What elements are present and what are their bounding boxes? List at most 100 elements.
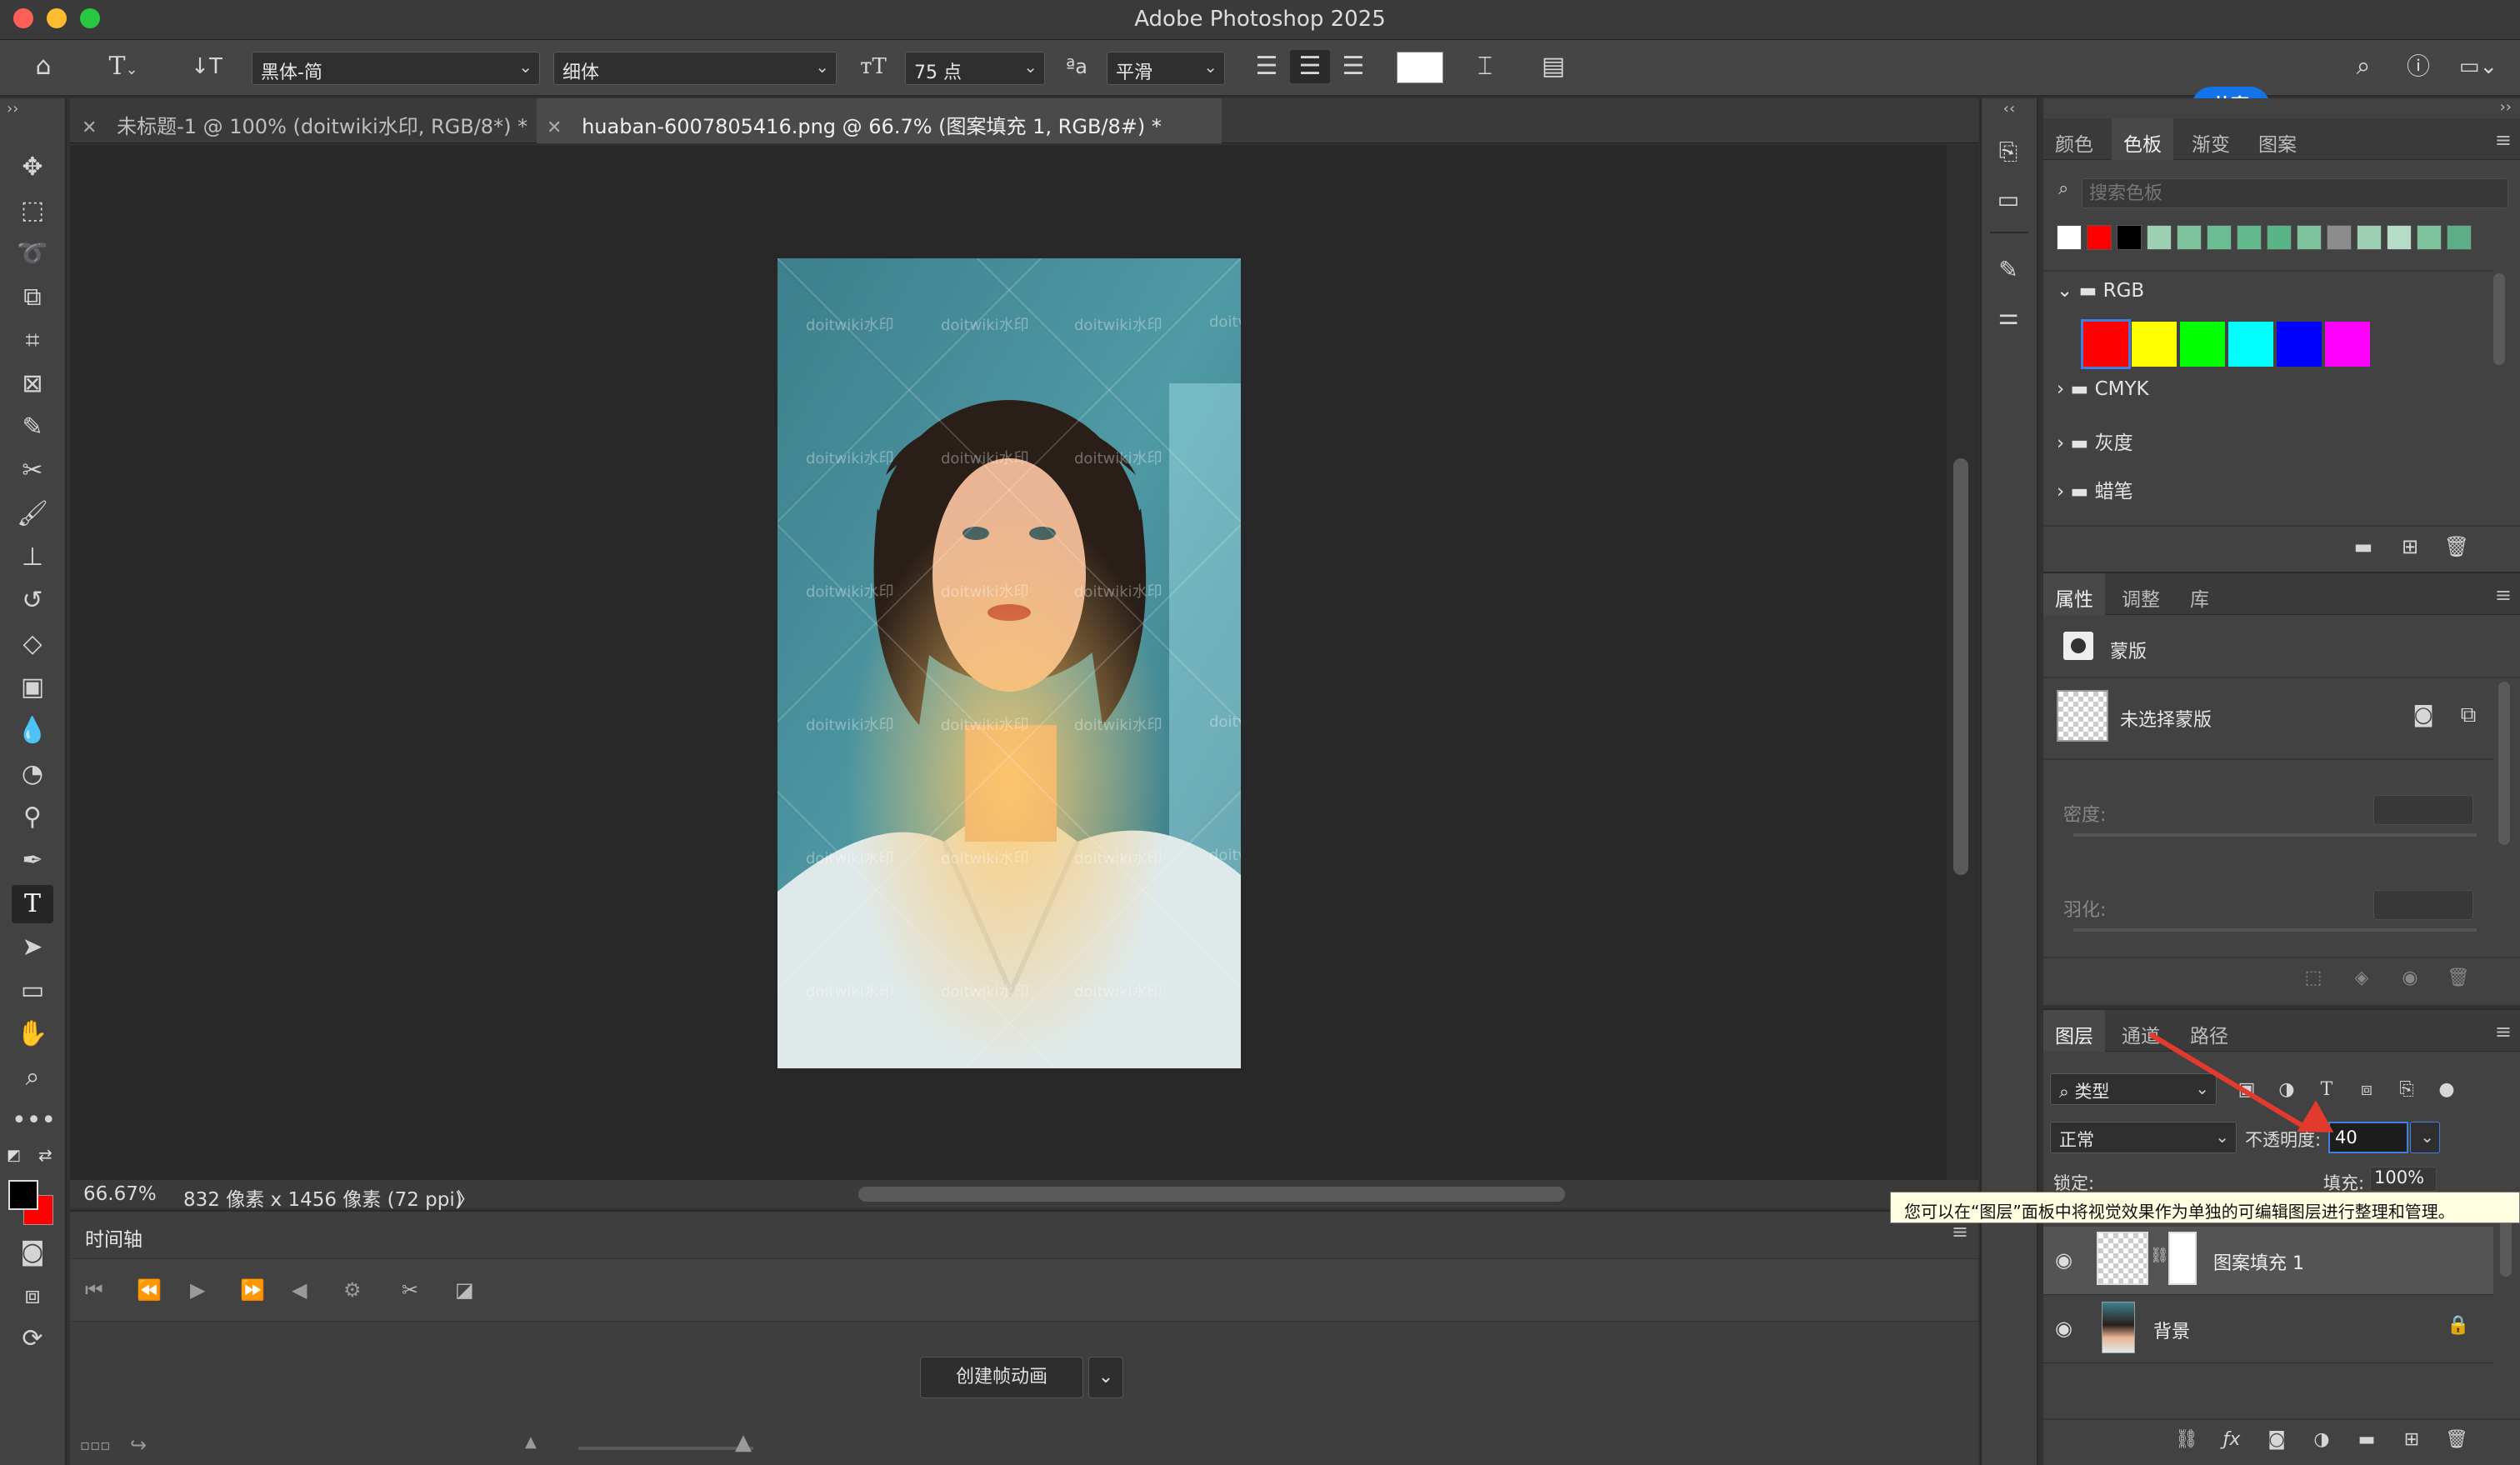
more-tools-icon[interactable]: ••• [12, 1102, 56, 1140]
settings-gear-icon[interactable]: ⚙ [343, 1278, 362, 1302]
visibility-eye-icon[interactable]: ◉ [2055, 1317, 2072, 1340]
zoom-level[interactable]: 66.67% [83, 1183, 157, 1205]
collapse-tools-icon[interactable]: ›› [7, 100, 18, 118]
adjustment-filter-icon[interactable]: ◑ [2270, 1073, 2303, 1107]
status-menu-chevron[interactable]: 〉 [457, 1183, 476, 1212]
zoom-out-timeline-icon[interactable]: ▲ [525, 1433, 537, 1451]
color-swatch[interactable] [2237, 225, 2262, 250]
add-vector-mask-icon[interactable]: ⧉ [2452, 698, 2485, 732]
opacity-slider-dropdown[interactable]: ⌄ [2410, 1122, 2440, 1153]
frame-view-icon[interactable]: ▫▫▫ [80, 1437, 111, 1454]
color-swatch[interactable] [2327, 225, 2352, 250]
path-selection-tool-icon[interactable]: ➤ [12, 928, 53, 967]
object-select-tool-icon[interactable]: ⧉ [12, 278, 53, 317]
panel-menu-icon[interactable]: ≡ [1952, 1220, 1968, 1243]
close-tab-icon[interactable]: ✕ [82, 118, 97, 138]
animation-type-dropdown[interactable]: ⌄ [1088, 1357, 1123, 1398]
color-swatch[interactable] [2177, 225, 2202, 250]
dodge-tool-icon[interactable]: ◔ [12, 755, 53, 793]
eyedropper-tool-icon[interactable]: ✎ [12, 408, 53, 447]
tab-adjustments[interactable]: 调整 [2110, 573, 2172, 615]
zoom-in-timeline-icon[interactable]: ▲ [735, 1430, 752, 1455]
color-swatch[interactable] [2277, 322, 2322, 367]
generative-icon[interactable]: ⟳ [12, 1320, 53, 1358]
text-color-swatch[interactable] [1397, 52, 1443, 83]
font-size-select[interactable]: 75 点 ⌄ [905, 52, 1045, 85]
color-swatch[interactable] [2207, 225, 2232, 250]
adjustments-sliders-icon[interactable]: ⚌ [1990, 300, 2027, 333]
gradient-tool-icon[interactable]: ▣ [12, 668, 53, 707]
opacity-input[interactable]: 40 [2328, 1122, 2408, 1153]
color-swatch[interactable] [2267, 225, 2292, 250]
font-family-select[interactable]: 黑体-简 ⌄ [252, 52, 540, 85]
tab-paths[interactable]: 路径 [2178, 1010, 2240, 1052]
density-slider[interactable] [2073, 833, 2477, 837]
workspace-icon[interactable]: ▭⌄ [2453, 50, 2503, 83]
new-group-folder-icon[interactable]: ▬ [2350, 1423, 2383, 1457]
previous-frame-icon[interactable]: ⏪ [137, 1278, 162, 1302]
color-swatch[interactable] [2325, 322, 2370, 367]
crop-tool-icon[interactable]: ⌗ [12, 322, 53, 360]
split-scissors-icon[interactable]: ✂ [402, 1278, 418, 1302]
delete-trash-icon[interactable]: 🗑 [2440, 1423, 2473, 1457]
lock-icon[interactable]: 🔒 [2447, 1315, 2469, 1336]
delete-trash-icon[interactable]: 🗑 [2442, 962, 2475, 995]
tab-properties[interactable]: 属性 [2043, 573, 2105, 615]
swatch-search-input[interactable] [2082, 178, 2508, 208]
frame-tool-icon[interactable]: ⊠ [12, 365, 53, 403]
timeline-zoom-slider[interactable] [578, 1447, 753, 1450]
align-center-icon[interactable]: ☰ [1290, 50, 1330, 83]
history-brush-tool-icon[interactable]: ↺ [12, 582, 53, 620]
audio-icon[interactable]: ◀ [292, 1278, 307, 1302]
brushes-icon[interactable]: ✎ [1990, 253, 2027, 287]
color-swatch[interactable] [2417, 225, 2442, 250]
panel-menu-icon[interactable]: ≡ [2495, 1020, 2512, 1043]
load-selection-icon[interactable]: ⬚ [2297, 962, 2330, 995]
blur-tool-icon[interactable]: 💧 [12, 712, 53, 750]
horizontal-scroll-thumb[interactable] [858, 1187, 1565, 1202]
smart-object-filter-icon[interactable]: ⎘ [2390, 1073, 2423, 1107]
tab-libraries[interactable]: 库 [2178, 573, 2221, 615]
color-swatch[interactable] [2057, 225, 2082, 250]
history-icon[interactable]: ⎘ [1990, 135, 2027, 168]
panel-menu-icon[interactable]: ≡ [2495, 583, 2512, 607]
color-swatch[interactable] [2087, 225, 2112, 250]
blend-mode-select[interactable]: 正常 ⌄ [2050, 1122, 2237, 1153]
delete-trash-icon[interactable]: 🗑 [2440, 530, 2473, 563]
align-left-icon[interactable]: ☰ [1247, 50, 1287, 83]
color-swatch[interactable] [2117, 225, 2142, 250]
brush-tool-icon[interactable]: 🖌 [12, 495, 53, 533]
layer-mask-thumbnail[interactable] [2168, 1232, 2197, 1285]
tab-swatches[interactable]: 色板 [2112, 118, 2173, 160]
panel-menu-icon[interactable]: ≡ [2495, 128, 2512, 152]
create-frame-animation-button[interactable]: 创建帧动画 [920, 1357, 1083, 1398]
color-swatch[interactable] [2447, 225, 2472, 250]
tab-patterns[interactable]: 图案 [2247, 118, 2308, 160]
render-video-icon[interactable]: ↪ [130, 1433, 147, 1457]
layer-row[interactable]: ◉ ⛓ 图案填充 1 [2043, 1227, 2493, 1295]
rectangle-tool-icon[interactable]: ▭ [12, 972, 53, 1010]
collapse-panels-icon[interactable]: ‹‹ [1983, 100, 2035, 118]
color-swatch[interactable] [2297, 225, 2322, 250]
move-tool-icon[interactable]: ✥ [12, 148, 53, 187]
new-group-folder-icon[interactable]: ▬ [2347, 530, 2380, 563]
eraser-tool-icon[interactable]: ◇ [12, 625, 53, 663]
healing-brush-tool-icon[interactable]: ✂ [12, 452, 53, 490]
first-frame-icon[interactable]: ⏮ [85, 1278, 103, 1302]
clone-stamp-tool-icon[interactable]: ⊥ [12, 538, 53, 577]
swap-colors-icon[interactable]: ⇄ [38, 1145, 52, 1165]
tab-channels[interactable]: 通道 [2110, 1010, 2172, 1052]
home-icon[interactable]: ⌂ [25, 50, 62, 83]
new-swatch-icon[interactable]: ⊞ [2393, 530, 2427, 563]
document-image[interactable]: doitwiki水印 doitwiki水印 doitwiki水印 doitv d… [778, 258, 1241, 1068]
swatch-group-grayscale[interactable]: › ▬ 灰度 [2057, 427, 2133, 455]
type-tool-preset-icon[interactable]: T⌄ [98, 50, 148, 87]
color-swatch[interactable] [2387, 225, 2412, 250]
density-input[interactable] [2373, 795, 2473, 825]
zoom-tool-icon[interactable]: ⌕ [12, 1058, 53, 1097]
text-orientation-icon[interactable]: ↓T [188, 50, 225, 83]
tab-huaban[interactable]: ✕ huaban-6007805416.png @ 66.7% (图案填充 1,… [537, 98, 1222, 143]
layer-filter-select[interactable]: ⌕ 类型 ⌄ [2050, 1073, 2217, 1105]
color-swatch[interactable] [2228, 322, 2273, 367]
character-panel-icon[interactable]: ▤ [1532, 50, 1575, 83]
